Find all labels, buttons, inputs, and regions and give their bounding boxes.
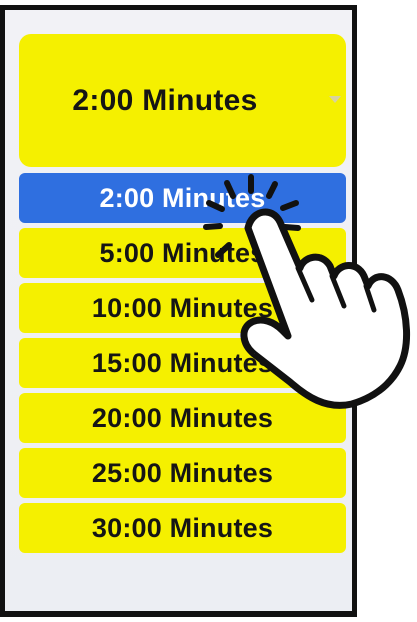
duration-dropdown[interactable]: 2:00 Minutes [19,34,346,167]
option-15-minutes[interactable]: 15:00 Minutes [19,338,346,388]
option-5-minutes[interactable]: 5:00 Minutes [19,228,346,278]
chevron-down-icon[interactable] [329,96,341,103]
option-20-minutes[interactable]: 20:00 Minutes [19,393,346,443]
option-25-minutes[interactable]: 25:00 Minutes [19,448,346,498]
dropdown-selected-value: 2:00 Minutes [72,84,258,117]
option-30-minutes[interactable]: 30:00 Minutes [19,503,346,553]
dropdown-options-list: 2:00 Minutes 5:00 Minutes 10:00 Minutes … [19,173,346,558]
option-10-minutes[interactable]: 10:00 Minutes [19,283,346,333]
option-2-minutes[interactable]: 2:00 Minutes [19,173,346,223]
phone-screen: 2:00 Minutes 2:00 Minutes 5:00 Minutes 1… [0,5,357,617]
